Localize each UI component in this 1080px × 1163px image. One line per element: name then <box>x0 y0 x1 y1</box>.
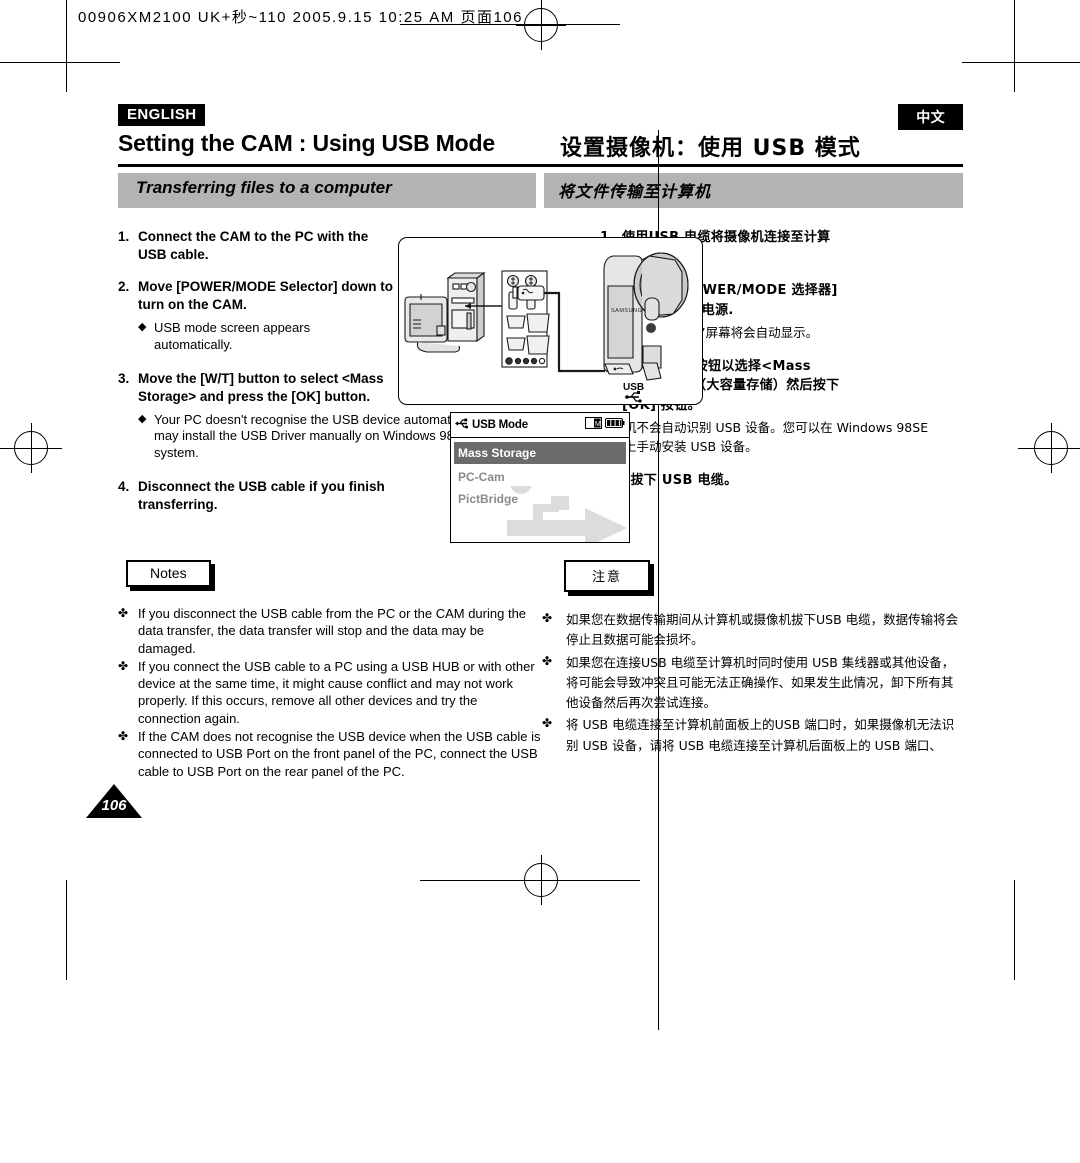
step-substep: ◆ USB mode screen appears automatically. <box>138 320 368 354</box>
note-text: 将 USB 电缆连接至计算机前面板上的USB 端口时，如果摄像机无法识别 USB… <box>566 717 955 753</box>
usb-connection-illustration: SAMSUNG USB <box>398 237 703 405</box>
clover-bullet-icon: ✤ <box>542 611 553 625</box>
page-number-text: 106 <box>101 797 127 814</box>
clover-bullet-icon: ✤ <box>542 716 553 731</box>
step-number: 3. <box>118 370 130 386</box>
diamond-bullet-icon: ◆ <box>138 320 147 333</box>
page-number-badge: 106 <box>86 784 142 818</box>
page-title-chinese: 设置摄像机：使用 USB 模式 <box>560 136 861 161</box>
crop-mark-bottom-right-vertical <box>1014 880 1015 980</box>
lcd-menu-item-pc-cam[interactable]: PC-Cam <box>451 466 629 488</box>
note-text: If the CAM does not recognise the USB de… <box>138 728 541 779</box>
usb-icon <box>455 416 469 434</box>
lcd-menu-list: Mass Storage PC-Cam PictBridge <box>451 442 629 542</box>
note-item: ✤ If the CAM does not recognise the USB … <box>118 728 542 780</box>
notes-label-english: Notes <box>126 560 211 587</box>
clover-bullet-icon: ✤ <box>542 653 553 668</box>
registration-mark-left <box>6 423 56 473</box>
usb-connection-diagram: SAMSUNG USB <box>404 252 689 403</box>
crop-mark-top-left-vertical <box>66 0 67 92</box>
note-text: 如果您在连接USB 电缆至计算机时同时使用 USB 集线器或其他设备，将可能会导… <box>566 654 955 711</box>
crop-mark-top-right-vertical <box>1014 0 1015 92</box>
notes-english-column: Notes ✤ If you disconnect the USB cable … <box>118 560 542 781</box>
notes-label-chinese: 注意 <box>564 560 651 592</box>
svg-text:SAMSUNG: SAMSUNG <box>611 308 642 314</box>
notes-chinese-column: 注意 ✤ 如果您在数据传输期间从计算机或摄像机拔下USB 电缆，数据传输将会停止… <box>542 560 963 781</box>
step-text: Move [POWER/MODE Selector] down to turn … <box>138 278 394 312</box>
clover-bullet-icon: ✤ <box>118 658 129 673</box>
step-number: 4. <box>118 479 130 495</box>
registration-mark-bottom <box>516 855 566 905</box>
language-badges: ENGLISH 中文 <box>118 104 963 130</box>
page-title-english: Setting the CAM : Using USB Mode <box>118 130 495 156</box>
svg-text:M: M <box>595 421 601 428</box>
crop-mark-bottom-left-vertical <box>66 880 67 980</box>
notes-list-chinese: ✤ 如果您在数据传输期间从计算机或摄像机拔下USB 电缆，数据传输将会停止且数据… <box>542 610 963 756</box>
registration-mark-right <box>1026 423 1076 473</box>
lcd-status-icons: M <box>585 416 625 434</box>
substep-text: USB mode screen appears automatically. <box>154 319 311 352</box>
step-number: 1. <box>118 229 130 244</box>
note-item: ✤ If you connect the USB cable to a PC u… <box>118 658 542 727</box>
usb-label-text: USB <box>623 382 644 393</box>
diamond-bullet-icon: ◆ <box>138 412 147 425</box>
note-item: ✤ If you disconnect the USB cable from t… <box>118 605 542 657</box>
crop-mark-top-right-horizontal <box>962 62 1080 63</box>
lcd-screen-title: USB Mode <box>472 419 528 431</box>
crop-mark-top-left-horizontal <box>0 62 120 63</box>
step-text: Connect the CAM to the PC with the USB c… <box>138 229 369 262</box>
step-number: 2. <box>118 278 130 294</box>
battery-icon <box>605 416 625 434</box>
notes-section: Notes ✤ If you disconnect the USB cable … <box>118 560 963 781</box>
clover-bullet-icon: ✤ <box>118 728 129 743</box>
notes-list-english: ✤ If you disconnect the USB cable from t… <box>118 605 542 780</box>
note-text: If you connect the USB cable to a PC usi… <box>138 658 535 726</box>
note-text: If you disconnect the USB cable from the… <box>138 606 527 656</box>
note-item: ✤ 如果您在数据传输期间从计算机或摄像机拔下USB 电缆，数据传输将会停止且数据… <box>542 610 963 651</box>
note-item: ✤ 将 USB 电缆连接至计算机前面板上的USB 端口时，如果摄像机无法识别 U… <box>542 715 963 756</box>
lcd-menu-item-mass-storage[interactable]: Mass Storage <box>454 442 626 464</box>
chinese-language-badge: 中文 <box>898 104 963 130</box>
page-title-row: Setting the CAM : Using USB Mode 设置摄像机：使… <box>118 130 963 167</box>
english-language-badge: ENGLISH <box>118 104 206 126</box>
section-subtitle-row: Transferring files to a computer 将文件传输至计… <box>118 173 963 208</box>
section-subtitle-english: Transferring files to a computer <box>118 173 536 208</box>
note-text: 如果您在数据传输期间从计算机或摄像机拔下USB 电缆，数据传输将会停止且数据可能… <box>566 612 959 648</box>
step-text: Disconnect the USB cable if you finish t… <box>138 479 385 513</box>
usb-mode-lcd-screen: USB Mode M Mass Storage PC-Cam PictBridg… <box>450 412 630 543</box>
registration-mark-top <box>516 0 566 50</box>
clover-bullet-icon: ✤ <box>118 606 129 620</box>
section-subtitle-chinese: 将文件传输至计算机 <box>544 173 963 208</box>
print-filename-header: 00906XM2100 UK+秒~110 2005.9.15 10:25 AM … <box>78 9 523 26</box>
step-text: Move the [W/T] button to select <Mass St… <box>138 370 384 404</box>
lcd-menu-item-pictbridge[interactable]: PictBridge <box>451 488 629 510</box>
memory-card-icon: M <box>585 416 602 434</box>
lcd-status-bar: USB Mode M <box>451 413 629 438</box>
note-item: ✤ 如果您在连接USB 电缆至计算机时同时使用 USB 集线器或其他设备，将可能… <box>542 653 963 714</box>
